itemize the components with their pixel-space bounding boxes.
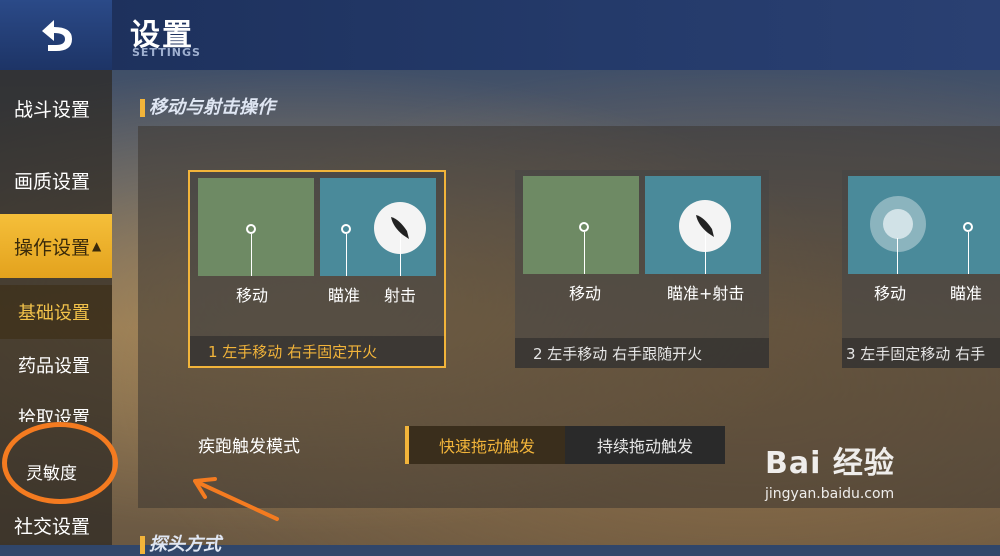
sidebar-sub-label: 药品设置	[18, 356, 90, 377]
joystick-knob	[883, 209, 913, 239]
sidebar-item-label: 画质设置	[14, 170, 91, 193]
stem	[400, 234, 401, 276]
move-dot	[246, 224, 256, 234]
section-bar	[140, 99, 145, 117]
move-label: 移动	[569, 284, 602, 303]
move-label: 移动	[236, 286, 269, 305]
aim-label: 瞄准	[950, 284, 983, 303]
aim-dot	[963, 222, 973, 232]
control-scheme-card-1[interactable]: 移动 瞄准 射击 1 左手移动 右手固定开火	[188, 170, 446, 368]
section-bar	[140, 536, 145, 554]
sprint-option-quick-drag[interactable]: 快速拖动触发	[405, 426, 565, 464]
watermark-main: Bai 经验	[765, 446, 895, 481]
control-scheme-card-2[interactable]: 移动 瞄准+射击 2 左手移动 右手跟随开火	[515, 170, 769, 368]
move-dot	[579, 222, 589, 232]
page-subtitle: SETTINGS	[132, 46, 201, 59]
sprint-mode-label: 疾跑触发模式	[198, 437, 300, 457]
aim-pad	[320, 178, 436, 276]
annotation-circle	[2, 422, 118, 504]
sidebar-item-controls[interactable]: 操作设置 ▲	[0, 214, 112, 278]
sidebar-sub-basic[interactable]: 基础设置	[0, 285, 112, 339]
move-pad	[523, 176, 639, 274]
section-title: 移动与射击操作	[140, 93, 275, 119]
sidebar-item-label: 社交设置	[14, 515, 91, 538]
sidebar-item-graphics[interactable]: 画质设置	[0, 148, 112, 212]
fire-label: 射击	[384, 286, 417, 305]
control-scheme-card-3[interactable]: 移动 瞄准 3 左手固定移动 右手	[842, 170, 1000, 368]
sidebar-item-combat[interactable]: 战斗设置	[0, 76, 112, 140]
watermark-sub: jingyan.baidu.com	[765, 486, 895, 502]
aim-label: 瞄准	[328, 286, 361, 305]
stem	[251, 234, 252, 276]
card-footer: 2 左手移动 右手跟随开火	[515, 338, 769, 368]
aim-dot	[341, 224, 351, 234]
sidebar-sub-medicine[interactable]: 药品设置	[0, 338, 112, 392]
aim-fire-label: 瞄准+射击	[667, 284, 745, 303]
sidebar-sub-label: 拾取设置	[18, 408, 90, 422]
stem	[897, 238, 898, 274]
sidebar-item-label: 操作设置	[14, 236, 91, 259]
stem	[705, 232, 706, 274]
back-button[interactable]	[0, 0, 112, 70]
sprint-option-hold-drag[interactable]: 持续拖动触发	[565, 426, 725, 464]
joystick-icon	[870, 196, 926, 252]
sidebar-sub-pickup[interactable]: 拾取设置	[0, 392, 112, 422]
joystick-pad	[848, 176, 1000, 274]
card-footer: 1 左手移动 右手固定开火	[190, 336, 444, 366]
annotation-arrow-icon	[193, 477, 279, 521]
back-arrow-icon	[42, 20, 72, 51]
move-label: 移动	[874, 284, 907, 303]
caret-up-icon: ▲	[92, 239, 102, 253]
card-footer: 3 左手固定移动 右手	[842, 338, 1000, 368]
stem	[346, 234, 347, 276]
stem	[584, 232, 585, 274]
sidebar-item-social[interactable]: 社交设置	[0, 505, 112, 545]
section-title-text: 移动与射击操作	[149, 97, 275, 118]
sidebar-item-label: 战斗设置	[14, 98, 91, 121]
section-title-next: 探头方式	[140, 530, 221, 556]
sidebar-sub-label: 基础设置	[18, 303, 90, 324]
aim-fire-pad	[645, 176, 761, 274]
stem	[968, 232, 969, 274]
move-pad	[198, 178, 314, 276]
baidu-watermark: Bai 经验 jingyan.baidu.com	[765, 438, 895, 502]
